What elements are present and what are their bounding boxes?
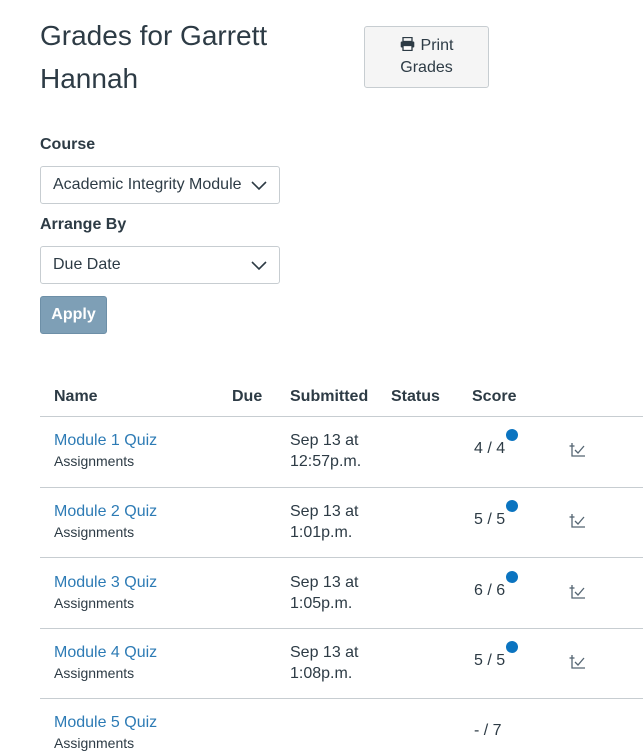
assignment-link[interactable]: Module 1 Quiz: [54, 432, 157, 450]
unread-comment-dot[interactable]: [506, 500, 518, 512]
row-divider: [40, 628, 643, 629]
chevron-down-icon: [251, 179, 267, 191]
assignment-link[interactable]: Module 3 Quiz: [54, 574, 157, 592]
submitted-date: Sep 13 at 1:05p.m.: [290, 574, 359, 612]
assignment-link[interactable]: Module 4 Quiz: [54, 644, 157, 662]
score-value: - / 7: [474, 722, 502, 739]
header-divider: [40, 416, 643, 417]
score-value: 5 / 5: [474, 652, 506, 669]
print-grades-button[interactable]: Print Grades: [364, 26, 489, 88]
rubric-icon[interactable]: [569, 584, 586, 599]
unread-comment-dot[interactable]: [506, 571, 518, 583]
print-label-1: Print: [420, 37, 454, 54]
submitted-date: Sep 13 at 12:57p.m.: [290, 432, 362, 470]
arrange-by-select-value: Due Date: [53, 256, 121, 273]
assignment-category: Assignments: [54, 595, 135, 611]
rubric-icon[interactable]: [569, 442, 586, 457]
apply-button[interactable]: Apply: [40, 296, 107, 334]
assignment-category: Assignments: [54, 524, 135, 540]
score-value: 4 / 4: [474, 440, 506, 457]
assignment-category: Assignments: [54, 665, 135, 681]
submitted-date: Sep 13 at 1:08p.m.: [290, 644, 359, 682]
row-divider: [40, 487, 643, 488]
assignment-link[interactable]: Module 2 Quiz: [54, 503, 157, 521]
print-label-2: Grades: [400, 59, 453, 76]
column-header-due: Due: [232, 388, 263, 405]
column-header-name: Name: [54, 388, 98, 405]
assignment-category: Assignments: [54, 453, 135, 469]
arrange-by-select[interactable]: Due Date: [40, 246, 280, 284]
page-title: Grades for Garrett Hannah: [40, 20, 268, 94]
course-label: Course: [40, 136, 96, 153]
score-value: 5 / 5: [474, 511, 506, 528]
rubric-icon[interactable]: [569, 654, 586, 669]
chevron-down-icon: [251, 259, 267, 271]
unread-comment-dot[interactable]: [506, 429, 518, 441]
course-select[interactable]: Academic Integrity Module: [40, 166, 280, 204]
column-header-submitted: Submitted: [290, 388, 369, 405]
row-divider: [40, 557, 643, 558]
arrange-by-label: Arrange By: [40, 216, 127, 233]
rubric-icon[interactable]: [569, 513, 586, 528]
score-value: 6 / 6: [474, 582, 506, 599]
course-select-value: Academic Integrity Module: [53, 176, 242, 193]
assignment-category: Assignments: [54, 735, 135, 751]
printer-icon: [400, 37, 414, 51]
column-header-score: Score: [472, 388, 517, 405]
assignment-link[interactable]: Module 5 Quiz: [54, 714, 157, 732]
row-divider: [40, 698, 643, 699]
column-header-status: Status: [391, 388, 440, 405]
submitted-date: Sep 13 at 1:01p.m.: [290, 503, 359, 541]
unread-comment-dot[interactable]: [506, 641, 518, 653]
